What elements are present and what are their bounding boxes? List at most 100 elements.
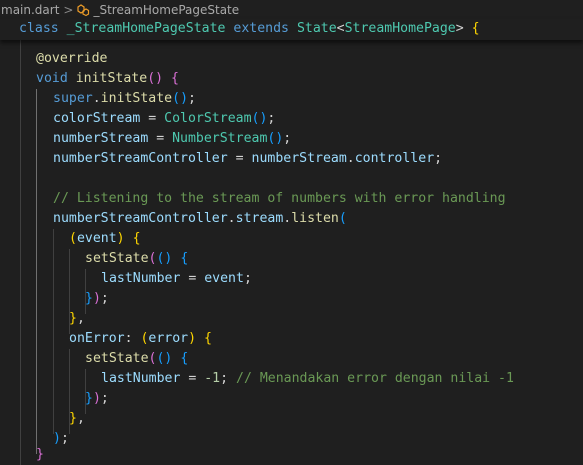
semicolon: ; (267, 111, 276, 126)
code-line: }); (85, 289, 109, 309)
indent-guide-active (36, 89, 37, 454)
object: numberStream (251, 151, 347, 166)
dot: . (346, 151, 355, 166)
code-line: numberStream = NumberStream(); (53, 129, 291, 149)
assign: = (180, 371, 205, 386)
number: -1 (204, 371, 221, 386)
parens: () (147, 71, 164, 86)
open-brace: { (204, 331, 212, 346)
comma: , (76, 411, 85, 426)
parameter: event (76, 231, 117, 246)
code-line: }); (85, 389, 109, 409)
keyword-void: void (36, 71, 68, 86)
semicolon: ; (188, 91, 196, 106)
class-icon (77, 3, 90, 16)
code-line: super.initState(); (53, 89, 196, 109)
type-name: ColorStream (164, 111, 252, 126)
dot: . (92, 91, 101, 106)
breadcrumb-file-label: main.dart (1, 2, 60, 17)
open-brace: { (180, 251, 189, 266)
close-paren: ) (188, 331, 197, 346)
class-name: _StreamHomePageState (66, 21, 226, 36)
close-brace: } (85, 391, 93, 406)
code-line: numberStreamController = numberStream.co… (53, 149, 442, 169)
close-paren: ) (53, 431, 61, 446)
variable: lastNumber (101, 371, 181, 386)
code-line: setState(() { (85, 249, 188, 269)
indent-guide (53, 229, 54, 434)
parameter: error (148, 331, 189, 346)
parens: () (251, 111, 268, 126)
comma: , (76, 311, 85, 326)
semicolon: ; (220, 371, 229, 386)
semicolon: ; (100, 291, 109, 306)
sticky-class-declaration: class _StreamHomePageState extends State… (19, 19, 480, 39)
open-brace: { (180, 351, 189, 366)
code-line: lastNumber = event; (101, 269, 252, 289)
code-line: }, (69, 309, 85, 329)
semicolon: ; (434, 151, 443, 166)
keyword-class: class (19, 21, 59, 36)
breadcrumb-file[interactable]: main.dart (0, 3, 59, 17)
call-name: initState (100, 91, 173, 106)
code-line: } (36, 445, 44, 465)
property: controller (354, 151, 435, 166)
sticky-scroll-header[interactable]: class _StreamHomePageState extends State… (0, 19, 583, 40)
generic-open: < (336, 21, 345, 36)
assign: = (180, 271, 205, 286)
code-editor[interactable]: @override void initState() { super.initS… (0, 40, 583, 465)
semicolon: ; (100, 391, 109, 406)
close-brace: } (69, 411, 77, 426)
override-annotation: @override (36, 51, 108, 66)
open-brace: { (132, 231, 141, 246)
value: event (204, 271, 244, 286)
comment: // Listening to the stream of numbers wi… (53, 191, 506, 206)
named-argument: onError (69, 331, 125, 346)
close-brace: } (85, 291, 93, 306)
code-line: numberStreamController.stream.listen( (53, 209, 347, 229)
code-line: }, (69, 409, 85, 429)
call-name: setState (85, 351, 149, 366)
parens: () (172, 91, 189, 106)
code-line: @override (36, 49, 107, 69)
variable: lastNumber (101, 271, 181, 286)
breadcrumb-symbol[interactable]: _StreamHomePageState (76, 3, 239, 17)
type-name: NumberStream (172, 131, 268, 146)
code-line: ); (53, 429, 69, 449)
code-line: setState(() { (85, 349, 188, 369)
code-line: // Listening to the stream of numbers wi… (53, 189, 506, 209)
variable: numberStream (53, 131, 149, 146)
call-name: listen (291, 211, 339, 226)
method-name: initState (75, 71, 148, 86)
parens: () (156, 251, 173, 266)
assign: = (140, 111, 165, 126)
code-line: colorStream = ColorStream(); (53, 109, 275, 129)
colon: : (124, 331, 141, 346)
method-close-brace: } (36, 447, 44, 462)
base-class: State (296, 21, 337, 36)
close-brace: } (69, 311, 77, 326)
keyword-super: super (53, 91, 93, 106)
class-open-brace: { (471, 21, 480, 36)
open-paren: ( (338, 211, 347, 226)
semicolon: ; (243, 271, 252, 286)
parens: () (156, 351, 173, 366)
keyword-extends: extends (233, 21, 289, 36)
semicolon: ; (283, 131, 292, 146)
assign: = (227, 151, 252, 166)
parens: () (267, 131, 284, 146)
variable: numberStreamController (53, 151, 228, 166)
call-name: setState (85, 251, 149, 266)
method-open-brace: { (171, 71, 179, 86)
dot: . (227, 211, 236, 226)
breadcrumb-symbol-label: _StreamHomePageState (93, 2, 240, 17)
breadcrumb-separator: > (63, 2, 74, 17)
close-paren: ) (92, 391, 101, 406)
close-paren: ) (92, 291, 101, 306)
generic-type: StreamHomePage (344, 21, 456, 36)
variable: colorStream (53, 111, 141, 126)
close-paren: ) (116, 231, 125, 246)
code-line: (event) { (69, 229, 141, 249)
indent-guide (20, 40, 21, 465)
